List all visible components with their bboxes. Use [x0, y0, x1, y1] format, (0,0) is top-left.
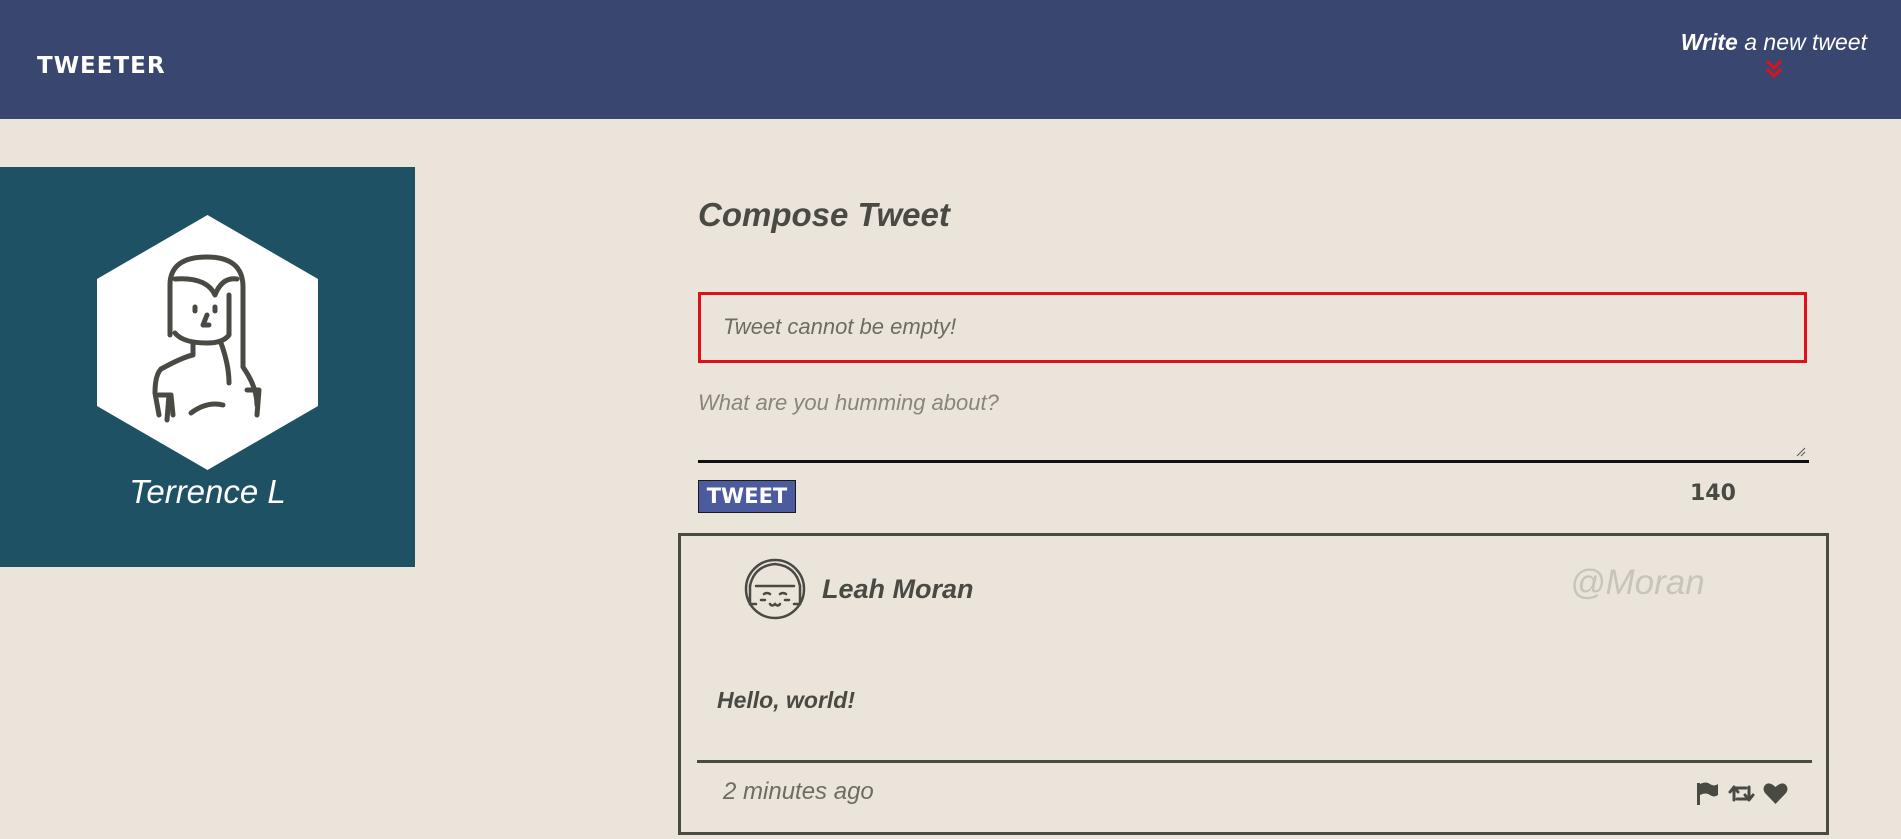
tweet-body: Hello, world! — [717, 687, 855, 713]
profile-card: Terrence L — [0, 167, 415, 567]
error-message: Tweet cannot be empty! — [723, 314, 957, 339]
tweet-author-name: Leah Moran — [822, 574, 974, 604]
profile-name: Terrence L — [129, 473, 286, 510]
tweet-divider — [697, 760, 1812, 763]
tweet-textarea[interactable]: What are you humming about? — [698, 384, 1809, 463]
tweet-card: Leah Moran @Moran Hello, world! 2 minute… — [678, 533, 1829, 835]
tweet-actions — [1694, 780, 1789, 807]
heart-icon[interactable] — [1762, 780, 1789, 807]
tweet-placeholder: What are you humming about? — [698, 390, 999, 415]
double-chevron-down-icon[interactable] — [1763, 58, 1785, 80]
retweet-icon[interactable] — [1728, 780, 1755, 807]
brand-logo[interactable]: TWEETER — [37, 53, 166, 79]
write-new-tweet-link[interactable]: Write a new tweet — [1681, 29, 1867, 80]
compose-title: Compose Tweet — [698, 196, 950, 233]
write-bold-text: Write — [1680, 29, 1738, 55]
author-avatar-icon — [744, 558, 806, 620]
top-nav: TWEETER Write a new tweet — [0, 0, 1901, 119]
tweet-timestamp: 2 minutes ago — [723, 778, 874, 805]
user-avatar-icon — [97, 215, 318, 470]
character-counter: 140 — [1690, 481, 1736, 506]
write-rest-text: a new tweet — [1737, 29, 1867, 55]
tweet-submit-button[interactable]: TWEET — [698, 480, 796, 513]
resize-grip-icon[interactable] — [1796, 447, 1806, 457]
tweet-author-handle: @Moran — [1570, 563, 1705, 602]
error-message-box: Tweet cannot be empty! — [698, 292, 1807, 363]
flag-icon[interactable] — [1694, 780, 1721, 807]
